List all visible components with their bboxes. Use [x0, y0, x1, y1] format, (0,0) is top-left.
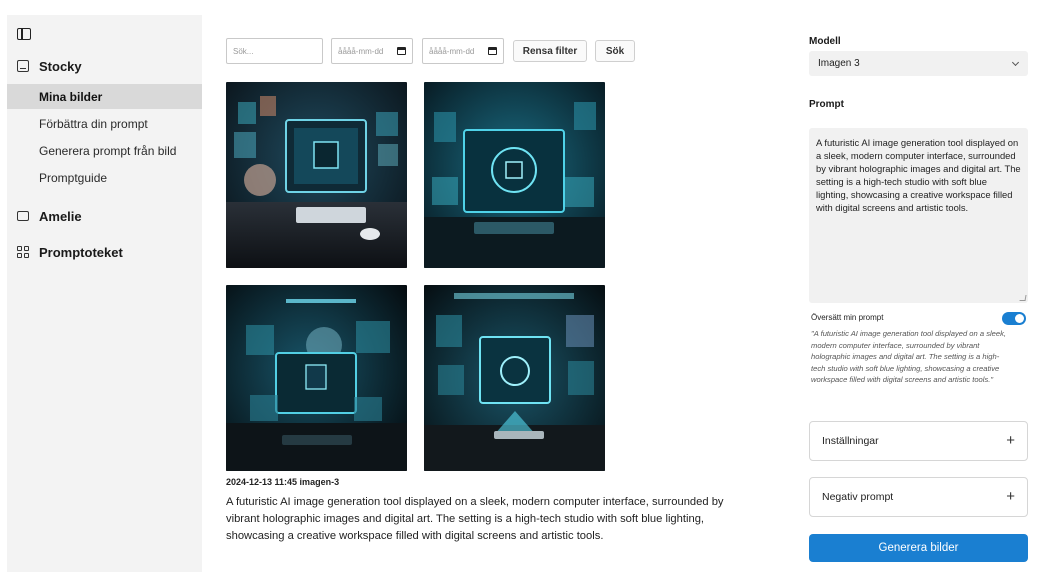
translate-label: Översätt min prompt [811, 313, 884, 322]
calendar-icon[interactable] [397, 47, 406, 55]
image-prompt-text: A futuristic AI image generation tool di… [226, 496, 724, 542]
nav-section-label: Amelie [39, 208, 82, 224]
nav-section-amelie[interactable]: Amelie [7, 204, 202, 228]
search-input[interactable]: Sök... [226, 38, 323, 64]
chat-icon [16, 206, 29, 223]
plus-icon: + [1006, 432, 1015, 449]
nav-section-stocky[interactable]: Stocky [7, 54, 202, 78]
prompt-label: Prompt [809, 99, 844, 110]
nav-section-label: Stocky [39, 58, 82, 74]
sidebar-item-mina-bilder[interactable]: Mina bilder [7, 84, 202, 109]
gallery-image[interactable] [226, 82, 407, 268]
sidebar-toggle-icon[interactable] [17, 28, 31, 40]
sidebar-item-promptguide[interactable]: Promptguide [7, 165, 202, 190]
gallery-image[interactable] [424, 82, 605, 268]
prompt-text: A futuristic AI image generation tool di… [816, 137, 1021, 213]
sidebar: Stocky Mina bilder Förbättra din prompt … [7, 15, 202, 572]
image-icon [16, 60, 29, 73]
plus-icon: + [1006, 488, 1015, 505]
translate-toggle[interactable] [1002, 312, 1026, 325]
date-from-placeholder: åååå-mm-dd [338, 46, 384, 56]
grid-icon [16, 246, 29, 259]
gallery-image[interactable] [424, 285, 605, 471]
image-meta: 2024-12-13 11:45 imagen-3 [226, 477, 340, 487]
clear-filter-button[interactable]: Rensa filter [513, 40, 587, 62]
chevron-down-icon [1011, 58, 1020, 67]
sidebar-item-generera-prompt[interactable]: Generera prompt från bild [7, 138, 202, 163]
prompt-textarea[interactable]: A futuristic AI image generation tool di… [809, 128, 1028, 303]
date-to-field[interactable]: åååå-mm-dd [422, 38, 504, 64]
settings-accordion[interactable]: Inställningar + [809, 421, 1028, 461]
gallery-image[interactable] [226, 285, 407, 471]
model-select[interactable]: Imagen 3 [809, 51, 1028, 76]
resize-handle-icon[interactable] [1019, 295, 1027, 301]
translated-prompt: "A futuristic AI image generation tool d… [811, 329, 1007, 384]
nav-section-label: Promptoteket [39, 244, 123, 260]
generate-images-button[interactable]: Generera bilder [809, 534, 1028, 562]
nav-section-promptoteket[interactable]: Promptoteket [7, 240, 202, 264]
sidebar-item-forbattra-prompt[interactable]: Förbättra din prompt [7, 111, 202, 136]
settings-label: Inställningar [822, 435, 879, 447]
date-from-field[interactable]: åååå-mm-dd [331, 38, 413, 64]
calendar-icon[interactable] [488, 47, 497, 55]
model-label: Modell [809, 36, 841, 47]
date-to-placeholder: åååå-mm-dd [429, 46, 475, 56]
search-button[interactable]: Sök [595, 40, 635, 62]
negative-prompt-accordion[interactable]: Negativ prompt + [809, 477, 1028, 517]
negative-prompt-label: Negativ prompt [822, 491, 894, 503]
model-value: Imagen 3 [818, 58, 860, 69]
